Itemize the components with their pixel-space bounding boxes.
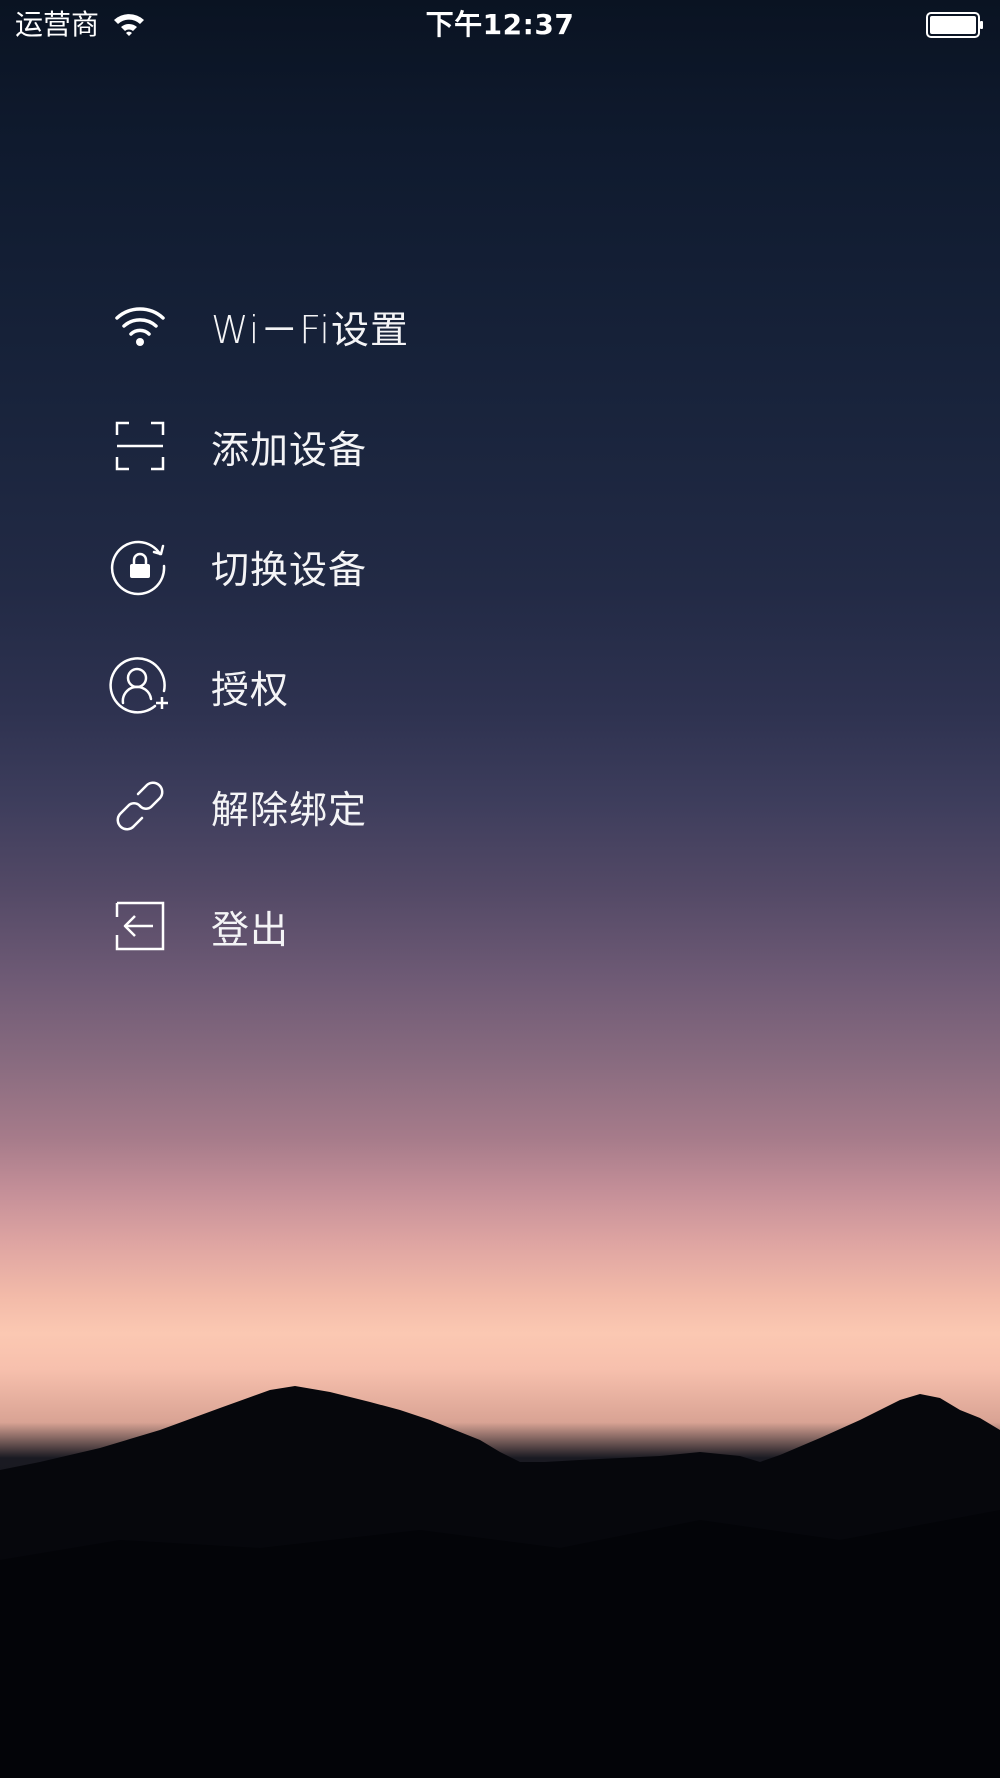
logout-icon (100, 886, 180, 966)
menu-label: 授权 (211, 667, 290, 712)
menu-label: 添加设备 (211, 427, 368, 472)
menu-item-logout[interactable]: 登出 (100, 886, 600, 966)
status-bar: 运营商 下午12:37 (0, 0, 1000, 50)
menu-item-authorize[interactable]: 授权 (100, 646, 600, 726)
menu-label: 登出 (211, 907, 290, 952)
menu-label: Wi－Fi设置 (211, 307, 409, 352)
menu-label: 切换设备 (211, 547, 368, 592)
add-user-icon (100, 646, 180, 726)
battery-icon (926, 12, 983, 38)
clock: 下午12:37 (425, 8, 575, 41)
wifi-icon (100, 286, 180, 366)
scan-icon (100, 406, 180, 486)
menu-item-add-device[interactable]: 添加设备 (100, 406, 600, 486)
menu-label: 解除绑定 (211, 787, 368, 832)
menu-item-wifi-settings[interactable]: Wi－Fi设置 (100, 286, 600, 366)
menu-item-switch-device[interactable]: 切换设备 (100, 526, 600, 606)
menu-item-unbind[interactable]: 解除绑定 (100, 766, 600, 846)
switch-lock-icon (100, 526, 180, 606)
unlink-icon (100, 766, 180, 846)
side-menu-screen: 运营商 下午12:37 Wi－Fi设置 添加设备 切换设备 授权 解除绑定 登出 (0, 0, 1000, 1778)
